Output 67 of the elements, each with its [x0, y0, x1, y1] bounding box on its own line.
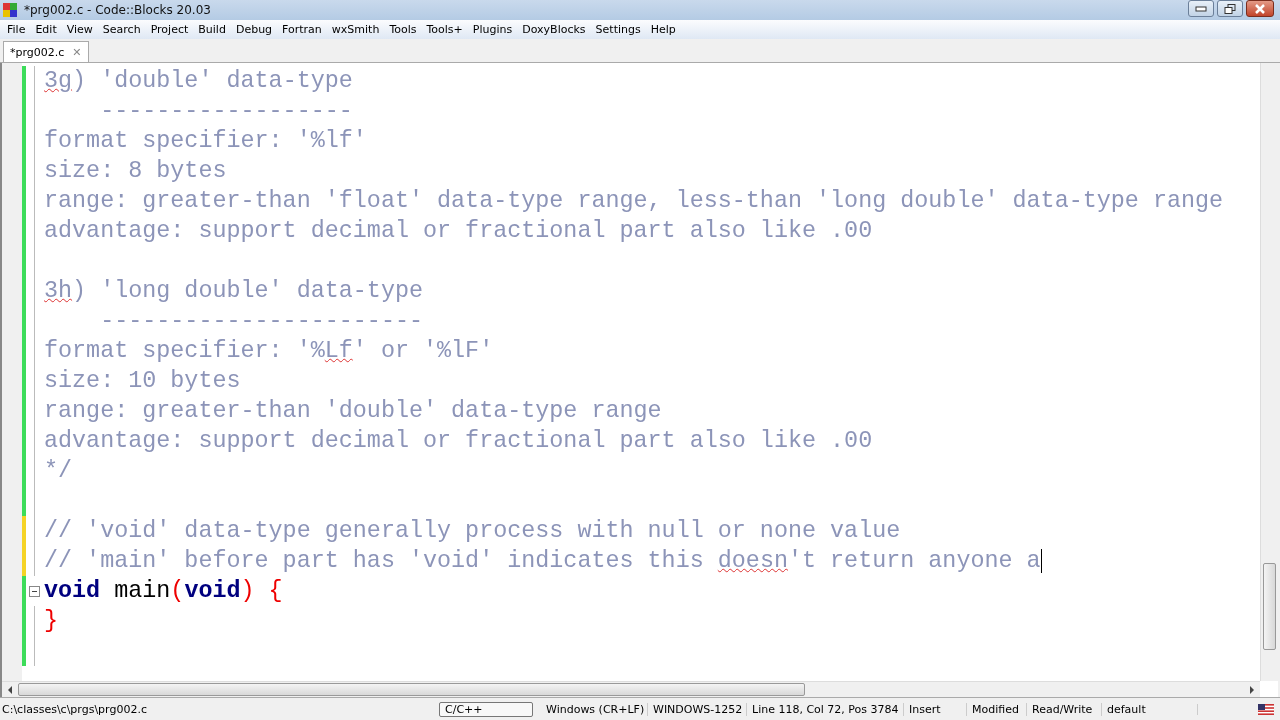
- menu-item[interactable]: View: [61, 23, 98, 36]
- code-comment: ) 'long double' data-type: [72, 278, 423, 304]
- code-text: main: [113, 578, 171, 604]
- language-field[interactable]: C/C++: [439, 701, 533, 717]
- line-ending: Windows (CR+LF): [545, 702, 646, 716]
- code-comment: // 'void' data-type generally process with null or none value: [44, 518, 901, 544]
- menu-item[interactable]: Tools+: [421, 23, 468, 36]
- misspelled-word: doesn: [717, 548, 788, 574]
- code-comment: ------------------: [99, 98, 353, 124]
- menu-item[interactable]: Tools: [384, 23, 422, 36]
- minimize-icon: [1195, 5, 1207, 12]
- code-brace: }: [44, 608, 59, 634]
- misspelled-word: Lf: [324, 338, 353, 364]
- insert-mode: Insert: [903, 702, 966, 716]
- modified-status: Modified: [966, 702, 1026, 716]
- encoding: WINDOWS-1252: [647, 702, 746, 716]
- code-comment: advantage: support decimal or fractional part also like .00: [44, 428, 873, 454]
- menu-item[interactable]: wxSmith: [326, 23, 385, 36]
- menu-item[interactable]: Settings: [590, 23, 646, 36]
- close-icon: [1254, 3, 1266, 14]
- flag-icon: [1258, 703, 1274, 715]
- file-tab[interactable]: *prg002.c ✕: [3, 41, 89, 62]
- menu-item[interactable]: DoxyBlocks: [517, 23, 591, 36]
- restore-button[interactable]: [1217, 0, 1243, 17]
- code-comment: size: 10 bytes: [44, 368, 241, 394]
- scroll-thumb[interactable]: [18, 683, 805, 696]
- fold-icon[interactable]: [29, 586, 40, 597]
- menu-item[interactable]: File: [2, 23, 31, 36]
- menu-item[interactable]: Fortran: [277, 23, 327, 36]
- menu-item[interactable]: Project: [145, 23, 194, 36]
- code-comment: 't return anyone a: [787, 548, 1041, 574]
- vertical-scrollbar[interactable]: [1260, 63, 1278, 681]
- menu-item[interactable]: Edit: [30, 23, 62, 36]
- code-comment: size: 8 bytes: [44, 158, 227, 184]
- menu-item[interactable]: Search: [97, 23, 146, 36]
- code-comment: -----------------------: [99, 308, 423, 334]
- misspelled-word: 3g: [44, 68, 73, 94]
- tab-close-button[interactable]: ✕: [72, 45, 82, 59]
- menu-item[interactable]: Debug: [230, 23, 278, 36]
- file-path: C:\classes\c\prgs\prg002.c: [1, 702, 148, 716]
- code-comment: advantage: support decimal or fractional part also like .00: [44, 218, 873, 244]
- minimize-button[interactable]: [1188, 0, 1214, 17]
- scroll-thumb[interactable]: [1263, 563, 1276, 650]
- restore-icon: [1224, 3, 1236, 14]
- code-comment: // 'main' before part has 'void' indicates this: [44, 548, 705, 574]
- code-comment: */: [44, 458, 73, 484]
- code-comment: ' or '%lF': [352, 338, 494, 364]
- access-status: Read/Write: [1026, 702, 1101, 716]
- code-comment: format specifier: '%: [44, 338, 325, 364]
- app-icon: [2, 2, 18, 18]
- profile: default: [1101, 702, 1197, 716]
- menu-item[interactable]: Plugins: [467, 23, 518, 36]
- cursor-position: Line 118, Col 72, Pos 3784: [746, 702, 903, 716]
- code-brace: ) {: [240, 578, 283, 604]
- code-keyword: void: [184, 578, 241, 604]
- code-comment: range: greater-than 'double' data-type range: [44, 398, 662, 424]
- code-comment: range: greater-than 'float' data-type range, less-than 'long double' data-type range: [44, 188, 1224, 214]
- code-brace: (: [170, 578, 185, 604]
- window-title: *prg002.c - Code::Blocks 20.03: [24, 3, 211, 17]
- menu-item[interactable]: Help: [645, 23, 681, 36]
- horizontal-scrollbar[interactable]: [2, 681, 1260, 697]
- menu-item[interactable]: Build: [193, 23, 231, 36]
- misspelled-word: 3h: [44, 278, 73, 304]
- code-comment: format specifier: '%lf': [44, 128, 367, 154]
- close-button[interactable]: [1246, 0, 1274, 17]
- code-keyword: void: [44, 578, 101, 604]
- code-comment: ) 'double' data-type: [72, 68, 353, 94]
